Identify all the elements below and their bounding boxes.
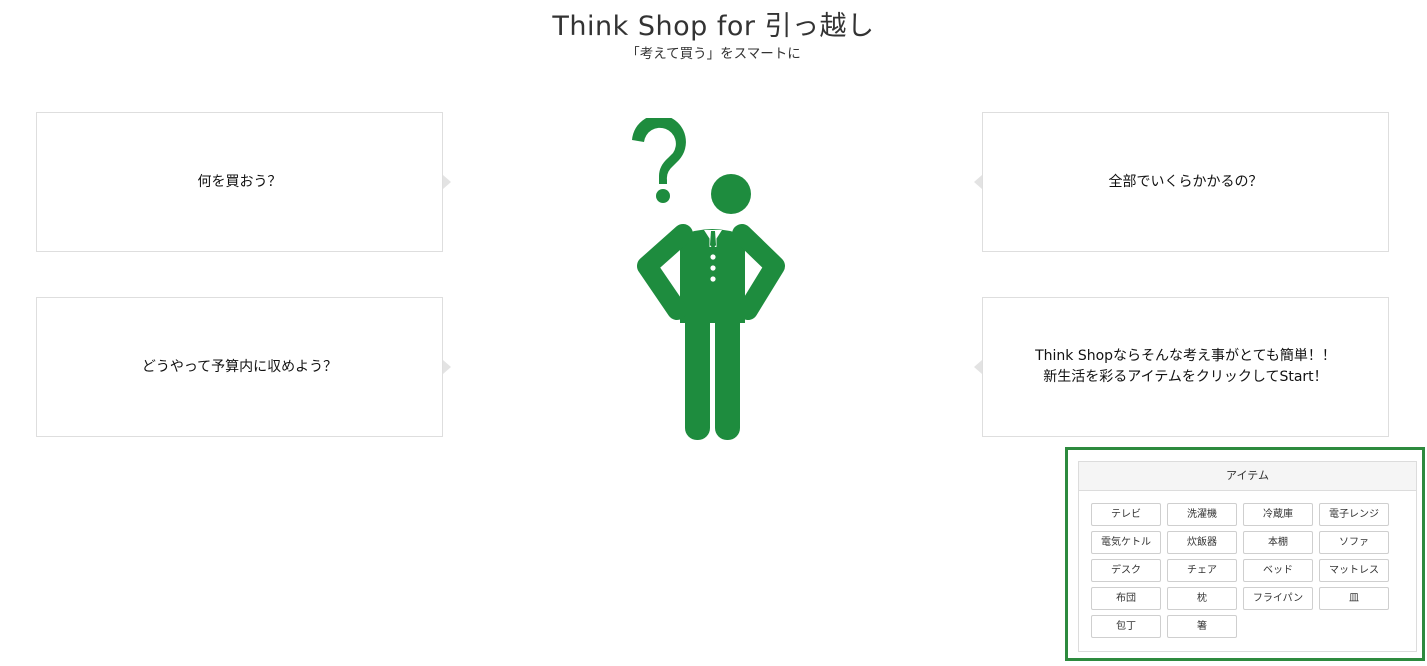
item-button[interactable]: 炊飯器 bbox=[1167, 531, 1237, 554]
item-button[interactable]: 電子レンジ bbox=[1319, 503, 1389, 526]
bubble-text-line: 新生活を彩るアイテムをクリックしてStart！ bbox=[1043, 369, 1328, 385]
thinking-businessman-icon bbox=[632, 118, 785, 440]
bubble-text: どうやって予算内に収めよう？ bbox=[141, 358, 338, 375]
item-panel: アイテム テレビ 洗濯機 冷蔵庫 電子レンジ電気ケトル 炊飯器 本棚 ソファデスク チェア ベッ… bbox=[1078, 461, 1417, 652]
item-button[interactable]: テレビ bbox=[1091, 503, 1161, 526]
item-panel-header: アイテム bbox=[1079, 462, 1416, 491]
item-button[interactable]: フライパン bbox=[1243, 587, 1313, 610]
speech-bubble-total-cost: 全部でいくらかかるの？ bbox=[982, 112, 1389, 252]
page-subtitle: 「考えて買う」をスマートに bbox=[626, 46, 801, 62]
bubble-text-line: Think Shopならそんな考え事がとても簡単！！ bbox=[1035, 348, 1336, 364]
item-button[interactable]: 箸 bbox=[1167, 615, 1237, 638]
item-button[interactable]: チェア bbox=[1167, 559, 1237, 582]
item-button[interactable]: 枕 bbox=[1167, 587, 1237, 610]
item-button-grid: テレビ 洗濯機 冷蔵庫 電子レンジ電気ケトル 炊飯器 本棚 ソファデスク チェア ベッド マットレ… bbox=[1091, 503, 1389, 638]
speech-bubble-intro: Think Shopならそんな考え事がとても簡単！！ 新生活を彩るアイテムをクリ… bbox=[982, 297, 1389, 437]
item-button[interactable]: 皿 bbox=[1319, 587, 1389, 610]
bubble-text: 何を買おう？ bbox=[197, 173, 282, 190]
item-button[interactable]: 冷蔵庫 bbox=[1243, 503, 1313, 526]
bubble-text-block: Think Shopならそんな考え事がとても簡単！！ 新生活を彩るアイテムをクリ… bbox=[1035, 346, 1336, 388]
speech-bubble-what-to-buy: 何を買おう？ bbox=[36, 112, 443, 252]
item-button[interactable]: 本棚 bbox=[1243, 531, 1313, 554]
item-button[interactable]: 布団 bbox=[1091, 587, 1161, 610]
item-button[interactable]: 電気ケトル bbox=[1091, 531, 1161, 554]
bubble-text: 全部でいくらかかるの？ bbox=[1108, 173, 1263, 190]
page: Think Shop for 引っ越し 「考えて買う」をスマートに 何を買おう？… bbox=[0, 0, 1427, 666]
page-title: Think Shop for 引っ越し bbox=[552, 11, 875, 42]
item-button[interactable]: 洗濯機 bbox=[1167, 503, 1237, 526]
item-button[interactable]: ベッド bbox=[1243, 559, 1313, 582]
bubble-pointer bbox=[443, 360, 451, 374]
bubble-pointer bbox=[974, 175, 982, 189]
item-button[interactable]: ソファ bbox=[1319, 531, 1389, 554]
item-button[interactable]: マットレス bbox=[1319, 559, 1389, 582]
item-button[interactable]: 包丁 bbox=[1091, 615, 1161, 638]
item-button[interactable]: デスク bbox=[1091, 559, 1161, 582]
bubble-pointer bbox=[974, 360, 982, 374]
speech-bubble-budget: どうやって予算内に収めよう？ bbox=[36, 297, 443, 437]
bubble-pointer bbox=[443, 175, 451, 189]
